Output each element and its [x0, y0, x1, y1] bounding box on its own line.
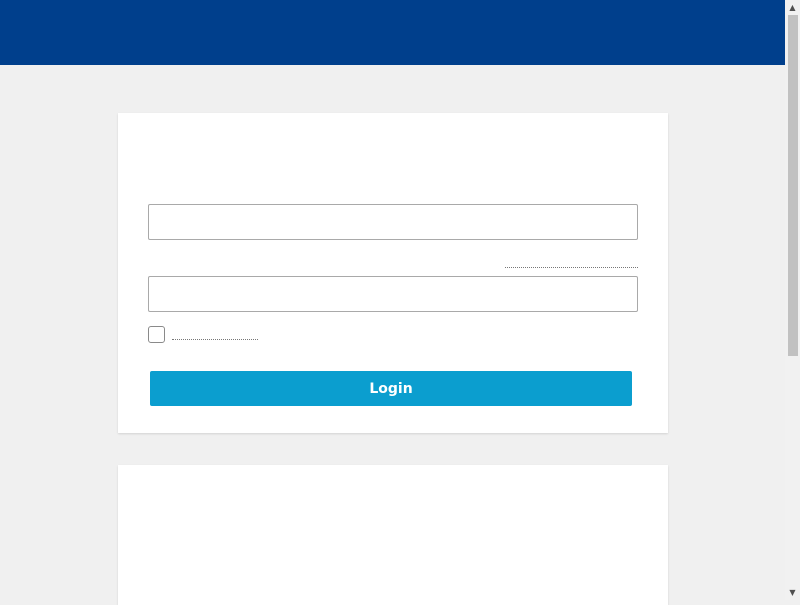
scrollbar-thumb[interactable] [788, 15, 798, 356]
secondary-card [118, 465, 668, 605]
forgot-password-link[interactable] [505, 267, 638, 268]
remember-me-checkbox[interactable] [148, 326, 165, 343]
login-card: Login [118, 113, 668, 433]
top-header-bar [0, 0, 785, 65]
password-input[interactable] [148, 276, 638, 312]
username-input[interactable] [148, 204, 638, 240]
vertical-scrollbar[interactable]: ▲ ▼ [785, 0, 800, 600]
login-button[interactable]: Login [150, 371, 632, 406]
scroll-down-arrow-icon[interactable]: ▼ [785, 585, 800, 600]
scroll-up-arrow-icon[interactable]: ▲ [785, 0, 800, 15]
remember-me-label[interactable] [172, 339, 258, 340]
